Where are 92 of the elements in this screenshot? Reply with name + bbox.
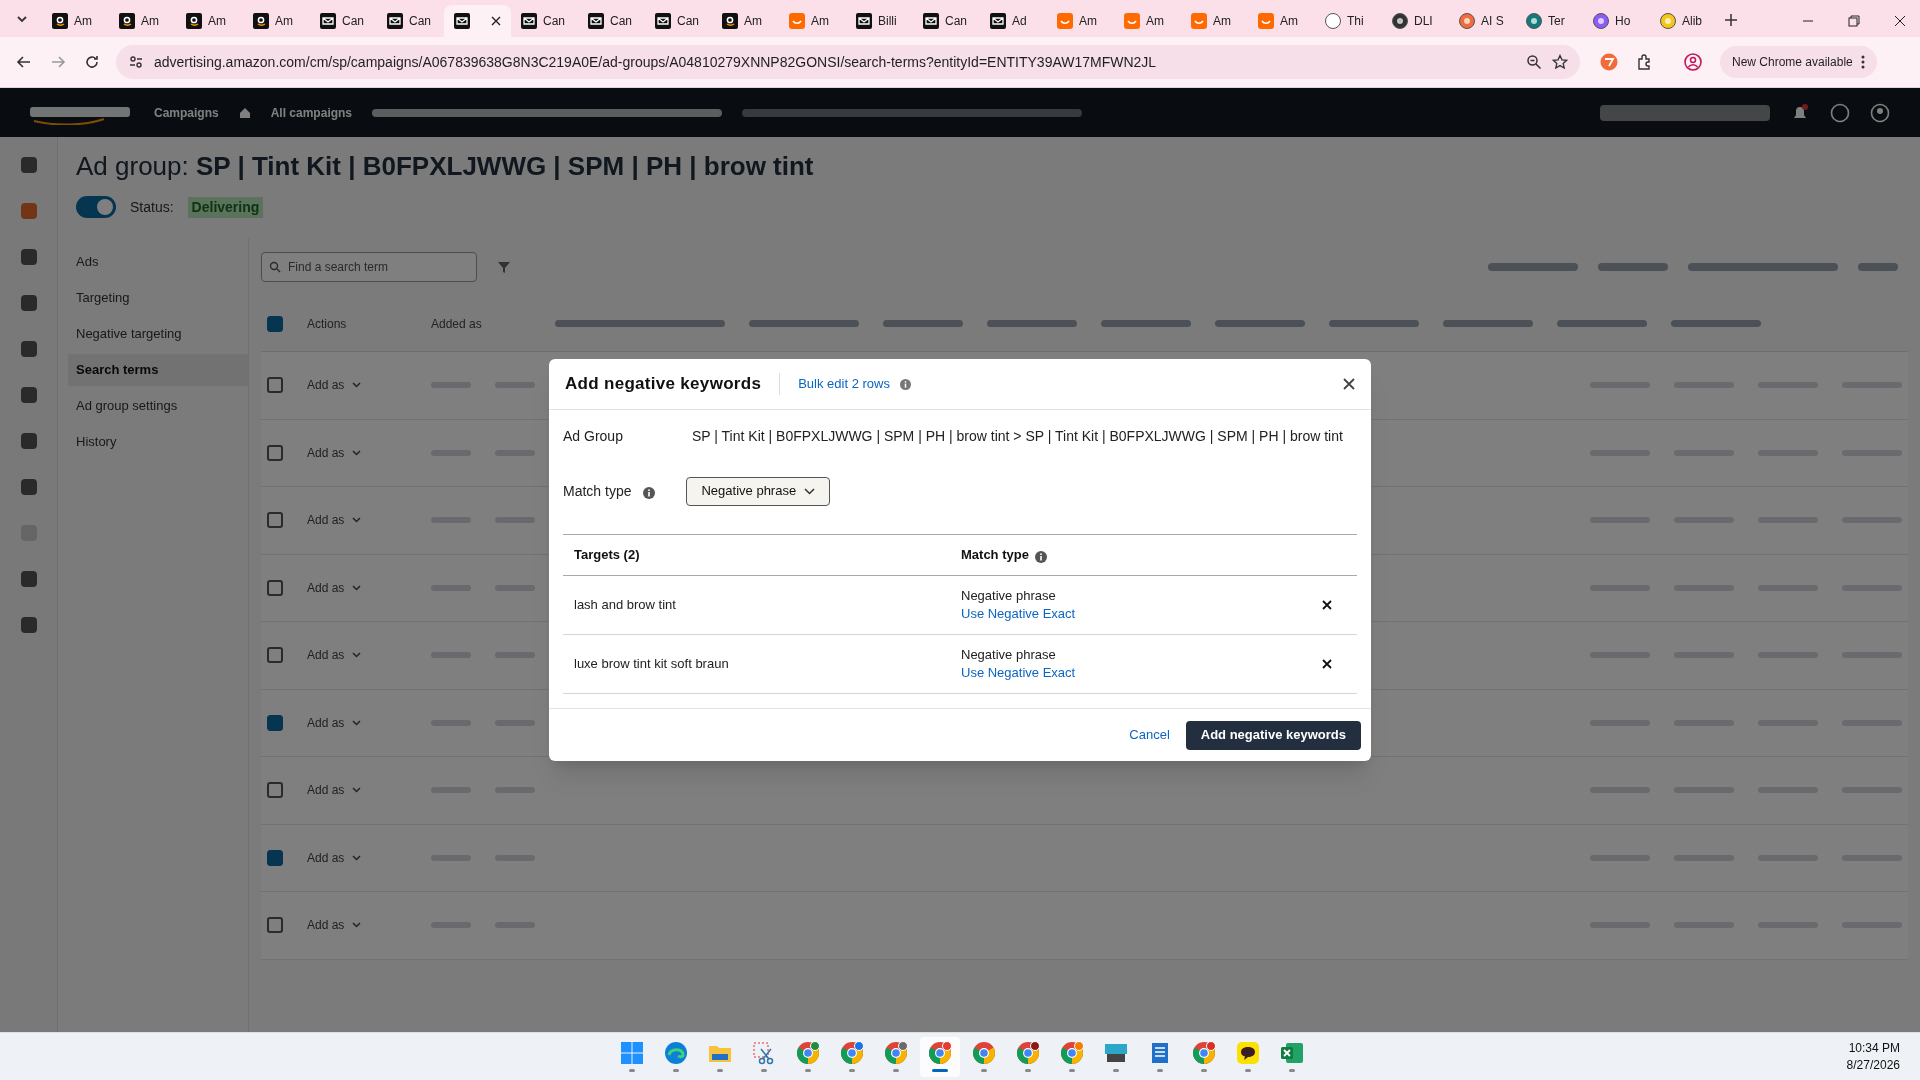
browser-tab[interactable]: Ho — [1583, 5, 1650, 37]
column-header: Match type — [961, 546, 1029, 565]
tab-title: Can — [342, 13, 364, 30]
tab-title: Can — [610, 13, 632, 30]
browser-tab[interactable]: Can — [511, 5, 578, 37]
field-label: Match type — [563, 481, 632, 501]
use-negative-exact-link[interactable]: Use Negative Exact — [961, 664, 1076, 682]
tab-title: Ter — [1548, 13, 1565, 30]
tab-title: Am — [1146, 13, 1164, 30]
browser-tab[interactable]: AI S — [1449, 5, 1516, 37]
bulk-edit-link[interactable]: Bulk edit 2 rows — [798, 374, 890, 394]
tab-title: Am — [141, 13, 159, 30]
tab-title: Thi — [1347, 13, 1364, 30]
tab-title: Am — [275, 13, 293, 30]
browser-tab[interactable]: Am — [1114, 5, 1181, 37]
nav-item[interactable]: Negative targeting — [68, 318, 248, 350]
column-header: Added as — [431, 315, 483, 333]
add-as-dropdown[interactable]: Add as — [307, 781, 407, 800]
search-field[interactable]: Find a search term — [261, 252, 477, 282]
column-header: Actions — [307, 315, 348, 333]
nav-item[interactable]: History — [68, 426, 248, 458]
address-bar[interactable]: advertising.amazon.com/cm/sp/campaigns/A067839638G8N3C219A0E/ad-groups/A04810279XNNP82GONSI/search-terms?entityId=ENTITY39AW17MFWN2JL — [116, 45, 1580, 79]
target-text: lash and brow tint — [573, 596, 677, 615]
match-type-text: Negative phrase — [961, 587, 1057, 605]
tab-title: AI S — [1481, 13, 1504, 30]
browser-tab[interactable]: Billi — [846, 5, 913, 37]
nav-item[interactable]: Targeting — [68, 282, 248, 314]
browser-tab[interactable]: Am — [712, 5, 779, 37]
tab-title: Ho — [1615, 13, 1631, 30]
add-as-dropdown[interactable]: Add as — [307, 713, 407, 732]
add-as-dropdown[interactable]: Add as — [307, 578, 407, 597]
ad-group-value: SP | Tint Kit | B0FPXLJWWG | SPM | PH | brow tint > SP | Tint Kit | B0FPXLJWWG | SPM | PH | brow tint — [692, 426, 1343, 446]
tab-title: Am — [1079, 13, 1097, 30]
add-as-dropdown[interactable]: Add as — [307, 376, 407, 395]
url-text: advertising.amazon.com/cm/sp/campaigns/A067839638G8N3C219A0E/ad-groups/A04810279XNNP82GONSI/search-terms?entityId=ENTITY39AW17MFWN2JL — [154, 52, 1157, 72]
add-as-dropdown[interactable]: Add as — [307, 511, 407, 530]
browser-tab[interactable]: Ad — [980, 5, 1047, 37]
browser-tab[interactable]: Can — [645, 5, 712, 37]
add-as-dropdown[interactable]: Add as — [307, 646, 407, 665]
browser-tab[interactable]: Can — [913, 5, 980, 37]
browser-tab[interactable]: Am — [779, 5, 846, 37]
tab-title: Am — [208, 13, 226, 30]
tab-title: Ad — [1012, 13, 1027, 30]
field-label: Ad Group — [563, 426, 624, 446]
column-header: Targets (2) — [573, 546, 641, 565]
match-type-text: Negative phrase — [961, 646, 1057, 664]
add-as-dropdown[interactable]: Add as — [307, 443, 407, 462]
tab-title: Alib — [1682, 13, 1702, 30]
add-as-dropdown[interactable]: Add as — [307, 916, 407, 935]
browser-tab[interactable]: Can — [578, 5, 645, 37]
browser-tab[interactable]: Can — [310, 5, 377, 37]
browser-tab[interactable]: Am — [243, 5, 310, 37]
breadcrumb-link[interactable]: Campaigns — [154, 103, 219, 122]
browser-tab[interactable]: Am — [1181, 5, 1248, 37]
status-label: Status: — [130, 197, 174, 217]
nav-item[interactable]: Ad group settings — [68, 390, 248, 422]
browser-tab[interactable]: Am — [176, 5, 243, 37]
tab-title: Can — [677, 13, 699, 30]
browser-tab[interactable]: DLI — [1382, 5, 1449, 37]
add-as-dropdown[interactable]: Add as — [307, 848, 407, 867]
status-badge: Delivering — [187, 196, 264, 218]
tab-title: Can — [543, 13, 565, 30]
dialog-title: Add negative keywords — [565, 373, 762, 396]
match-type-dropdown[interactable]: Negative phrase — [686, 476, 831, 506]
page-title: Ad group: SP | Tint Kit | B0FPXLJWWG | SPM | PH | brow tint — [76, 150, 815, 183]
breadcrumb-link[interactable]: All campaigns — [270, 103, 353, 122]
nav-item[interactable]: Search terms — [68, 354, 248, 386]
tab-title: Am — [74, 13, 92, 30]
use-negative-exact-link[interactable]: Use Negative Exact — [961, 605, 1076, 623]
target-text: luxe brow tint kit soft braun — [573, 655, 730, 674]
browser-tab[interactable]: Am — [109, 5, 176, 37]
tab-title: Am — [1213, 13, 1231, 30]
update-chrome-button[interactable]: New Chrome available — [1720, 46, 1877, 78]
tab-title: Am — [811, 13, 829, 30]
tab-title: Am — [744, 13, 762, 30]
add-negative-keywords-button[interactable]: Add negative keywords — [1185, 720, 1361, 750]
browser-tab[interactable]: Ter — [1516, 5, 1583, 37]
tab-title: Am — [1280, 13, 1298, 30]
cancel-button[interactable]: Cancel — [1125, 725, 1174, 745]
tab-title: Billi — [878, 13, 897, 30]
browser-tab[interactable]: Am — [42, 5, 109, 37]
nav-item[interactable]: Ads — [68, 246, 248, 278]
browser-tab[interactable]: Am — [1248, 5, 1315, 37]
browser-tab[interactable]: Alib — [1650, 5, 1717, 37]
clock-time: 10:34 PM — [1848, 1039, 1900, 1057]
tab-title: DLI — [1414, 13, 1433, 30]
tab-title: Can — [945, 13, 967, 30]
clock-date: 8/27/2026 — [1846, 1056, 1900, 1074]
browser-tab[interactable]: Thi — [1315, 5, 1382, 37]
browser-tab[interactable]: Can — [377, 5, 444, 37]
tab-title: Can — [409, 13, 431, 30]
browser-tab[interactable]: Am — [1047, 5, 1114, 37]
